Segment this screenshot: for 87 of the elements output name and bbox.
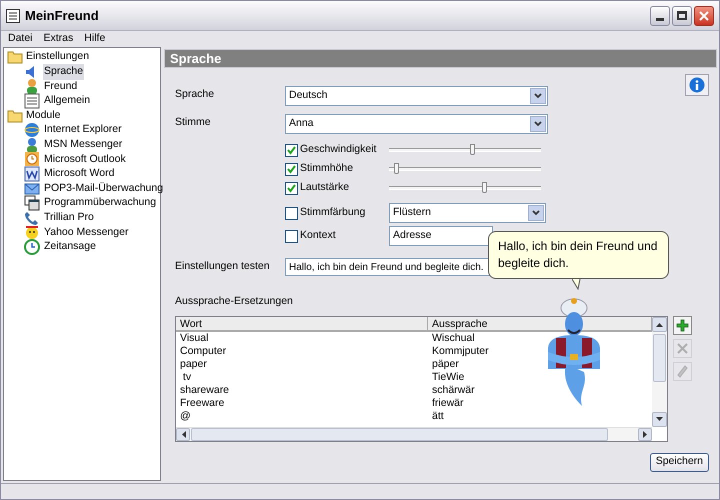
field-label: Sprache [175,87,216,102]
window-icon [24,195,40,212]
maximize-button[interactable] [672,6,692,26]
person-icon [24,136,40,153]
speech-tooltip: Hallo, ich bin dein Freund und begleite dich. [488,231,669,279]
folder-icon [7,50,23,64]
slider-thumb[interactable] [394,163,399,174]
tree-folder[interactable]: Module [4,108,160,123]
menu-item[interactable]: Extras [44,31,74,47]
checkbox-label: Lautstärke [300,180,350,196]
table-cell-text: paper [179,358,208,371]
section-label: Aussprache-Ersetzungen [175,294,294,309]
field-label: Stimme [175,115,212,130]
clock-icon [24,151,40,168]
checkbox-label: Geschwindigkeit [300,142,376,158]
table-cell-text: TieWie [431,370,466,384]
save-button[interactable]: Speichern [650,452,709,472]
table-cell-text: @ [179,410,192,423]
close-button[interactable] [694,6,714,26]
slider-thumb[interactable] [482,182,487,193]
dropdown[interactable]: Anna [285,114,548,134]
left-arrow-icon [180,430,186,438]
phone-icon [24,210,40,226]
table-cell-text: Freeware [179,396,226,410]
checkbox[interactable] [285,144,298,156]
tree-item[interactable]: Sprache [43,64,84,80]
tree-item[interactable]: Yahoo Messenger [43,224,130,240]
right-arrow-icon [642,430,648,438]
tree-item[interactable]: POP3-Mail-Überwachung [43,180,164,197]
clock-icon [24,239,40,256]
column-header[interactable]: Wort [176,316,428,330]
table-cell-text: friewär [431,396,465,410]
field-label: Einstellungen testen [175,259,271,274]
table-cell-text: Computer [179,344,228,358]
checkbox[interactable] [285,230,298,242]
add-button[interactable] [673,316,692,335]
tree-item[interactable]: Programmüberwachung [43,195,158,212]
dropdown[interactable]: Adresse [389,226,493,246]
checkbox-label: Stimmfärbung [300,205,366,220]
table-cell-text: päper [431,358,460,371]
info-button[interactable] [685,74,709,96]
cross-icon [676,342,689,355]
table-cell-text: shareware [179,384,230,397]
checkbox[interactable] [285,162,298,176]
checkbox-label: Stimmhöhe [300,161,354,176]
person-icon [24,78,40,94]
folder-icon [7,108,23,123]
menu-item[interactable]: Hilfe [84,31,106,47]
tree-item[interactable]: Microsoft Word [43,166,116,182]
table-cell-text: tv [182,370,192,384]
tree-folder[interactable]: Einstellungen [4,50,160,65]
minimize-button[interactable] [650,6,670,26]
table-cell-text: schärwär [431,384,476,397]
envelope-icon [24,180,40,197]
tree-item[interactable]: Freund [43,78,78,94]
info-icon [689,77,705,93]
table-cell-text: Kommjputer [431,344,490,358]
up-arrow-icon [656,322,663,327]
checkbox[interactable] [285,206,298,220]
checkbox[interactable] [285,182,298,194]
dropdown[interactable]: Deutsch [285,86,548,106]
tree-item[interactable]: Zeitansage [43,239,97,255]
down-arrow-icon [656,416,663,422]
plus-icon [676,318,689,332]
slider-thumb[interactable] [470,144,475,155]
horizontal-scrollbar[interactable] [176,426,652,441]
app-icon [6,8,20,22]
vertical-scrollbar[interactable] [652,316,667,427]
checkbox-label: Kontext [300,228,336,244]
tree-item[interactable]: Allgemein [43,93,92,109]
dropdown[interactable]: Flüstern [389,203,546,223]
globe-icon [24,122,40,138]
tree-item[interactable]: MSN Messenger [43,136,124,153]
smiley-icon [24,224,40,240]
panel-header: Sprache [164,49,717,68]
list-icon [24,93,40,110]
close-icon [699,10,709,20]
table-cell-text: Wischual [431,332,476,345]
table-cell-text: ätt [431,410,445,423]
tree-item[interactable]: Trillian Pro [43,210,95,226]
document-icon [24,166,40,182]
pencil-icon [676,364,689,378]
tree-item[interactable]: Internet Explorer [43,122,123,138]
table-cell-text: Visual [179,332,210,345]
menu-item[interactable]: Datei [8,31,33,47]
tree-item[interactable]: Microsoft Outlook [43,152,127,168]
window-title: MeinFreund [25,6,99,25]
